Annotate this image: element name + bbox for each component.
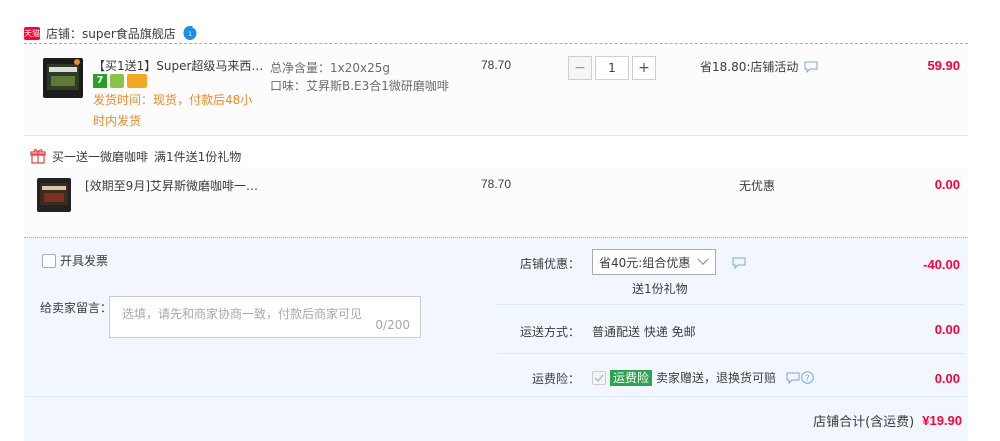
- gift-product-thumbnail[interactable]: [37, 178, 71, 212]
- shop-total-label: 店铺合计(含运费): [813, 415, 915, 430]
- insurance-row: 运费险 卖家赠送，退换货可赔 ?: [592, 369, 814, 386]
- sku-net-content: 总净含量：1x20x25g: [270, 61, 390, 75]
- quantity-stepper: − 1 +: [568, 56, 656, 80]
- gift-label: 买一送一微磨咖啡: [52, 149, 149, 164]
- promo-text: 省18.80:店铺活动: [700, 60, 799, 74]
- panel-divider: [24, 396, 968, 397]
- insurance-desc: 卖家赠送，退换货可赔: [656, 371, 777, 385]
- gift-item-title[interactable]: [效期至9月]艾昇斯微磨咖啡一…: [85, 177, 258, 194]
- seven-day-return-icon: 7: [93, 74, 107, 88]
- gift-unit-price: 78.70: [481, 177, 512, 191]
- gift-subtotal: 0.00: [934, 177, 960, 192]
- invoice-label: 开具发票: [60, 254, 109, 268]
- chevron-down-icon: [697, 253, 709, 265]
- product-thumbnail[interactable]: [43, 58, 83, 98]
- row-divider: [24, 135, 968, 136]
- discount-amount: -40.00: [923, 257, 960, 272]
- shop-header: 天猫 店铺：super食品旗舰店 1: [24, 22, 968, 44]
- quantity-input[interactable]: 1: [595, 56, 629, 80]
- header-divider: [24, 43, 968, 44]
- gift-promo-line: 买一送一微磨咖啡 满1件送1份礼物: [30, 146, 241, 166]
- increase-quantity-button[interactable]: +: [632, 56, 656, 80]
- comment-icon[interactable]: [786, 372, 800, 384]
- delivery-amount: 0.00: [934, 322, 960, 337]
- discount-select[interactable]: 省40元:组合优惠: [592, 249, 716, 275]
- svg-text:1: 1: [188, 31, 192, 38]
- quality-icon: [110, 74, 124, 88]
- tmall-badge: 天猫: [24, 26, 40, 40]
- check-icon: [594, 374, 604, 382]
- gift-icon: [30, 149, 46, 164]
- credit-card-icon: [127, 74, 147, 88]
- delivery-method: 普通配送 快递 免邮: [592, 325, 696, 339]
- discount-gift-note: 送1份礼物: [632, 282, 688, 296]
- help-icon[interactable]: ?: [801, 371, 814, 384]
- message-placeholder: 选填，请先和商家协商一致，付款后商家可见: [122, 307, 363, 321]
- message-label: 给卖家留言：: [40, 301, 113, 315]
- sku-flavor: 口味：艾昇斯B.E3合1微研磨咖啡: [270, 79, 449, 93]
- insurance-tag: 运费险: [610, 369, 653, 386]
- delivery-label: 运送方式：: [520, 325, 581, 339]
- shop-total-amount: ¥19.90: [922, 413, 962, 428]
- message-counter: 0/200: [375, 318, 410, 332]
- unit-price: 78.70: [481, 58, 512, 72]
- comment-icon[interactable]: [804, 61, 818, 73]
- invoice-checkbox[interactable]: [42, 253, 56, 268]
- item-promo: 省18.80:店铺活动: [700, 58, 818, 75]
- gift-promo: 无优惠: [739, 179, 776, 193]
- invoice-option[interactable]: 开具发票: [42, 252, 108, 269]
- comment-icon[interactable]: [732, 257, 746, 269]
- discount-label: 店铺优惠：: [520, 257, 581, 271]
- shop-total: 店铺合计(含运费) ¥19.90: [700, 411, 962, 430]
- discount-selected: 省40元:组合优惠: [599, 255, 691, 270]
- decrease-quantity-button[interactable]: −: [568, 56, 592, 80]
- shop-name[interactable]: 店铺：super食品旗舰店: [46, 25, 176, 42]
- item-badges: 7: [93, 74, 147, 88]
- panel-divider: [497, 304, 965, 305]
- seller-message-textarea[interactable]: 选填，请先和商家协商一致，付款后商家可见 0/200: [109, 296, 421, 338]
- panel-divider: [497, 353, 965, 354]
- gift-rule: 满1件送1份礼物: [154, 149, 242, 164]
- item-subtotal: 59.90: [927, 58, 960, 73]
- insurance-label: 运费险：: [532, 372, 581, 386]
- svg-text:?: ?: [805, 374, 810, 384]
- insurance-checkbox: [592, 370, 606, 385]
- shipping-time: 发货时间：现货，付款后48小时内发货: [93, 93, 253, 128]
- wangwang-chat-icon[interactable]: 1: [182, 25, 198, 41]
- insurance-amount: 0.00: [934, 371, 960, 386]
- item-title[interactable]: 【买1送1】Super超级马来西…: [93, 57, 263, 74]
